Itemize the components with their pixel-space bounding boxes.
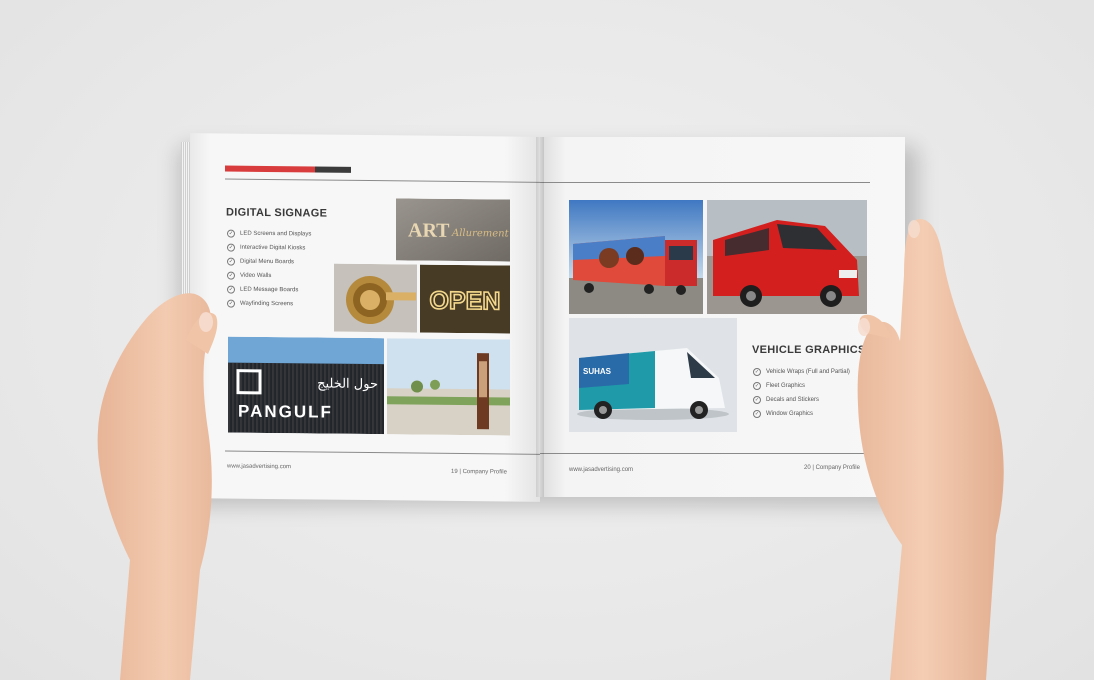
photo-red-van [707, 200, 867, 314]
check-circle-icon: ✓ [227, 257, 235, 266]
accent-bar-dark [315, 166, 351, 173]
vehicle-graphics-list: ✓ Vehicle Wraps (Full and Partial) ✓ Fleet… [753, 365, 850, 421]
svg-text:حول الخليج: حول الخليج [317, 376, 378, 392]
check-circle-icon: ✓ [227, 229, 235, 238]
left-hand [97, 293, 218, 680]
section-title-vehicle-graphics: VEHICLE GRAPHICS [752, 344, 866, 356]
accent-bar-red [225, 165, 315, 173]
photo-pangulf-sign: حول الخليج PANGULF [228, 336, 384, 435]
svg-text:OPEN: OPEN [430, 287, 501, 316]
check-circle-icon: ✓ [753, 382, 761, 390]
list-item: ✓ Fleet Graphics [753, 382, 806, 390]
list-item: ✓ Vehicle Wraps (Full and Partial) [753, 368, 850, 376]
header-rule [540, 182, 870, 183]
digital-signage-list: ✓ LED Screens and Displays ✓ Interactive D… [227, 227, 311, 312]
footer-page-number: 19 | Company Profile [451, 468, 507, 476]
svg-text:ART: ART [408, 219, 450, 241]
list-item: ✓ LED Message Boards [227, 285, 299, 294]
list-item: ✓ Window Graphics [753, 410, 814, 418]
photo-suhas-van: SUHAS [569, 318, 737, 432]
check-circle-icon: ✓ [753, 368, 761, 376]
svg-text:PANGULF: PANGULF [238, 402, 333, 422]
footer-rule [540, 453, 870, 454]
list-item: ✓ LED Screens and Displays [227, 229, 312, 238]
check-circle-icon: ✓ [227, 243, 235, 252]
left-page: DIGITAL SIGNAGE ✓ LED Screens and Display… [190, 133, 540, 502]
list-item: ✓ Video Walls [227, 271, 272, 280]
list-item: ✓ Decals and Stickers [753, 396, 820, 404]
photo-open-sign: OPEN [420, 264, 510, 334]
list-item: ✓ Interactive Digital Kiosks [227, 243, 306, 252]
svg-text:SUHAS: SUHAS [583, 367, 612, 376]
photo-art-sign: ART Allurement [396, 198, 510, 262]
photo-gold-logo-sign [334, 263, 417, 333]
section-title-digital-signage: DIGITAL SIGNAGE [226, 206, 328, 220]
footer-website: www.jasadvertising.com [227, 463, 292, 471]
check-circle-icon: ✓ [753, 396, 761, 404]
photo-truck-wrap [569, 200, 703, 314]
list-item: ✓ Wayfinding Screens [227, 299, 294, 308]
check-circle-icon: ✓ [753, 410, 761, 418]
book-spine [536, 137, 544, 497]
photo-wayfinding-totem [387, 338, 510, 436]
check-circle-icon: ✓ [227, 271, 235, 280]
footer-website: www.jasadvertising.com [569, 467, 634, 473]
svg-text:Allurement: Allurement [451, 228, 510, 240]
right-hand [857, 219, 1004, 680]
footer-rule [225, 450, 540, 455]
header-rule [225, 178, 540, 183]
list-item: ✓ Digital Menu Boards [227, 257, 295, 266]
